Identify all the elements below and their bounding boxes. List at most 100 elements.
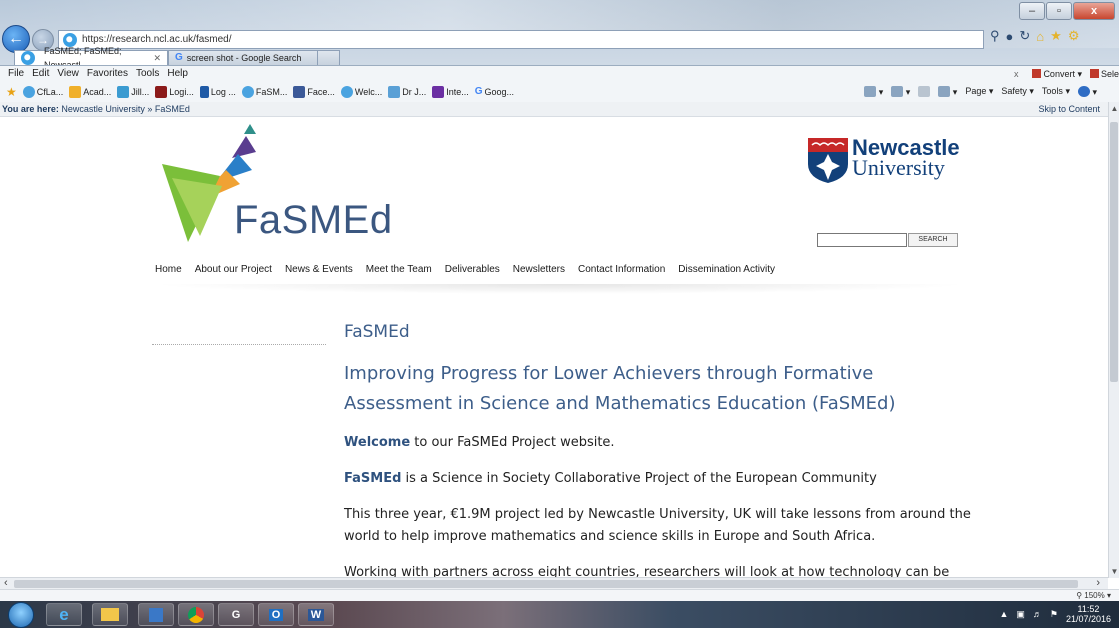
sidebar-divider: [152, 344, 326, 345]
safety-menu-label: Safety: [1001, 86, 1027, 96]
action-center-icon[interactable]: ⚑: [1050, 609, 1058, 620]
maximize-button[interactable]: ▫: [1046, 2, 1072, 20]
google-icon: G: [175, 52, 183, 63]
taskbar-chrome[interactable]: [178, 603, 214, 626]
chrome-icon: [188, 606, 204, 623]
nav-deliverables[interactable]: Deliverables: [445, 264, 500, 275]
tab-fasmed[interactable]: FaSMEd; FaSMEd; Newcastl... ✕: [14, 46, 168, 70]
favorite-item[interactable]: Acad...: [69, 85, 111, 98]
nav-about-our-project[interactable]: About our Project: [195, 264, 272, 275]
taskbar-ie[interactable]: e: [46, 603, 82, 626]
menu-file[interactable]: File: [8, 68, 24, 79]
print-cmd-button[interactable]: ▾: [938, 85, 957, 98]
clock[interactable]: 11:52 21/07/2016: [1066, 604, 1111, 624]
tray-expand-icon[interactable]: ▲: [999, 609, 1008, 619]
breadcrumb-trail[interactable]: Newcastle University » FaSMEd: [61, 104, 190, 114]
close-button[interactable]: x: [1073, 2, 1115, 20]
taskbar-word[interactable]: W: [298, 603, 334, 626]
home-cmd-button[interactable]: ▾: [864, 85, 883, 98]
feeds-cmd-button[interactable]: ▾: [891, 85, 910, 98]
help-cmd-button[interactable]: ▾: [1077, 85, 1097, 98]
scroll-up-icon[interactable]: ▲: [1109, 104, 1119, 113]
address-bar[interactable]: https://research.ncl.ac.uk/fasmed/: [58, 30, 984, 49]
favorite-item[interactable]: Inte...: [432, 85, 469, 98]
settings-gear-icon[interactable]: ⚙: [1068, 28, 1080, 44]
scroll-right-icon[interactable]: ›: [1096, 577, 1100, 589]
favorite-item[interactable]: Dr J...: [388, 85, 426, 98]
tab-close-icon[interactable]: ✕: [153, 51, 161, 65]
nav-home[interactable]: Home: [155, 264, 182, 275]
addon-close-icon[interactable]: x: [1014, 69, 1019, 79]
favorite-item[interactable]: Jill...: [117, 85, 149, 98]
vertical-scroll-thumb[interactable]: [1110, 122, 1118, 382]
favorite-label: Goog...: [484, 86, 515, 97]
taskbar-google[interactable]: G: [218, 603, 254, 626]
page-subtitle: Improving Progress for Lower Achievers t…: [344, 363, 896, 414]
ie-favicon-icon: [22, 85, 35, 98]
nav-news-events[interactable]: News & Events: [285, 264, 353, 275]
taskbar-media-player[interactable]: [138, 603, 174, 626]
menu-view[interactable]: View: [57, 68, 79, 79]
select-button[interactable]: Sele: [1089, 69, 1119, 79]
menu-favorites[interactable]: Favorites: [87, 68, 128, 79]
menu-help[interactable]: Help: [167, 68, 188, 79]
tools-menu[interactable]: Tools ▾: [1042, 86, 1070, 97]
volume-icon[interactable]: ♬: [1033, 609, 1042, 619]
tab-google-search[interactable]: G screen shot - Google Search: [168, 50, 318, 65]
favorite-item[interactable]: Welc...: [340, 85, 383, 98]
academia-icon: [69, 85, 82, 98]
favorite-label: Welc...: [354, 86, 383, 97]
about-highlight: FaSMEd: [344, 471, 402, 486]
nav-dissemination-activity[interactable]: Dissemination Activity: [678, 264, 775, 275]
favorite-item[interactable]: G Goog...: [475, 86, 514, 97]
menu-tools[interactable]: Tools: [136, 68, 159, 79]
mail-cmd-button[interactable]: [918, 86, 931, 97]
ie-favicon-icon: [241, 85, 254, 98]
favorite-item[interactable]: Log ...: [199, 85, 236, 98]
internet-explorer-icon: e: [59, 604, 69, 624]
search-button[interactable]: SEARCH: [908, 233, 958, 247]
square-icon: [432, 85, 445, 98]
page-menu[interactable]: Page ▾: [965, 86, 993, 97]
nav-meet-the-team[interactable]: Meet the Team: [366, 264, 432, 275]
favorites-star-icon[interactable]: ★: [6, 85, 17, 99]
minimize-button[interactable]: –: [1019, 2, 1045, 20]
clock-date: 21/07/2016: [1065, 614, 1111, 624]
favorite-item[interactable]: FaSM...: [241, 85, 287, 98]
safety-menu[interactable]: Safety ▾: [1001, 86, 1034, 97]
favorite-item[interactable]: CfLa...: [22, 85, 64, 98]
horizontal-scrollbar[interactable]: ‹ ›: [0, 577, 1108, 589]
refresh-icon[interactable]: ↻: [1019, 28, 1030, 44]
nav-newsletters[interactable]: Newsletters: [513, 264, 565, 275]
back-button[interactable]: ←: [2, 25, 30, 53]
scroll-down-icon[interactable]: ▼: [1109, 567, 1119, 576]
newcastle-university-logo[interactable]: Newcastle University: [806, 135, 966, 186]
taskbar-outlook[interactable]: O: [258, 603, 294, 626]
clock-time: 11:52: [1077, 604, 1100, 614]
favorites-star-icon[interactable]: ★: [1050, 28, 1062, 44]
university-crest-icon: [808, 138, 848, 183]
network-icon[interactable]: ▣: [1016, 609, 1025, 620]
nav-contact-information[interactable]: Contact Information: [578, 264, 665, 275]
lock-icon[interactable]: ●: [1006, 29, 1014, 44]
taskbar-explorer[interactable]: [92, 603, 128, 626]
vertical-scrollbar[interactable]: ▲ ▼: [1108, 102, 1119, 578]
page-viewport: You are here: Newcastle University » FaS…: [0, 102, 1108, 578]
horizontal-scroll-thumb[interactable]: [14, 580, 1078, 588]
new-tab-button[interactable]: [318, 50, 340, 65]
convert-label: Convert: [1043, 68, 1075, 79]
home-icon[interactable]: ⌂: [1036, 29, 1044, 44]
start-button[interactable]: [8, 602, 34, 628]
site-search-input[interactable]: [817, 233, 907, 247]
menu-edit[interactable]: Edit: [32, 68, 49, 79]
skip-to-content-link[interactable]: Skip to Content: [1038, 102, 1100, 116]
system-tray: ▲ ▣ ♬ ⚑ 11:52 21/07/2016: [999, 604, 1111, 624]
favorite-item[interactable]: Face...: [293, 85, 335, 98]
folder-icon: [101, 608, 119, 621]
favorite-label: CfLa...: [36, 86, 64, 97]
favorite-item[interactable]: Logi...: [155, 85, 194, 98]
search-icon[interactable]: ⚲: [990, 28, 1000, 44]
convert-button[interactable]: Convert ▾: [1032, 68, 1082, 80]
scroll-left-icon[interactable]: ‹: [4, 577, 8, 589]
favorite-label: Face...: [307, 86, 335, 97]
